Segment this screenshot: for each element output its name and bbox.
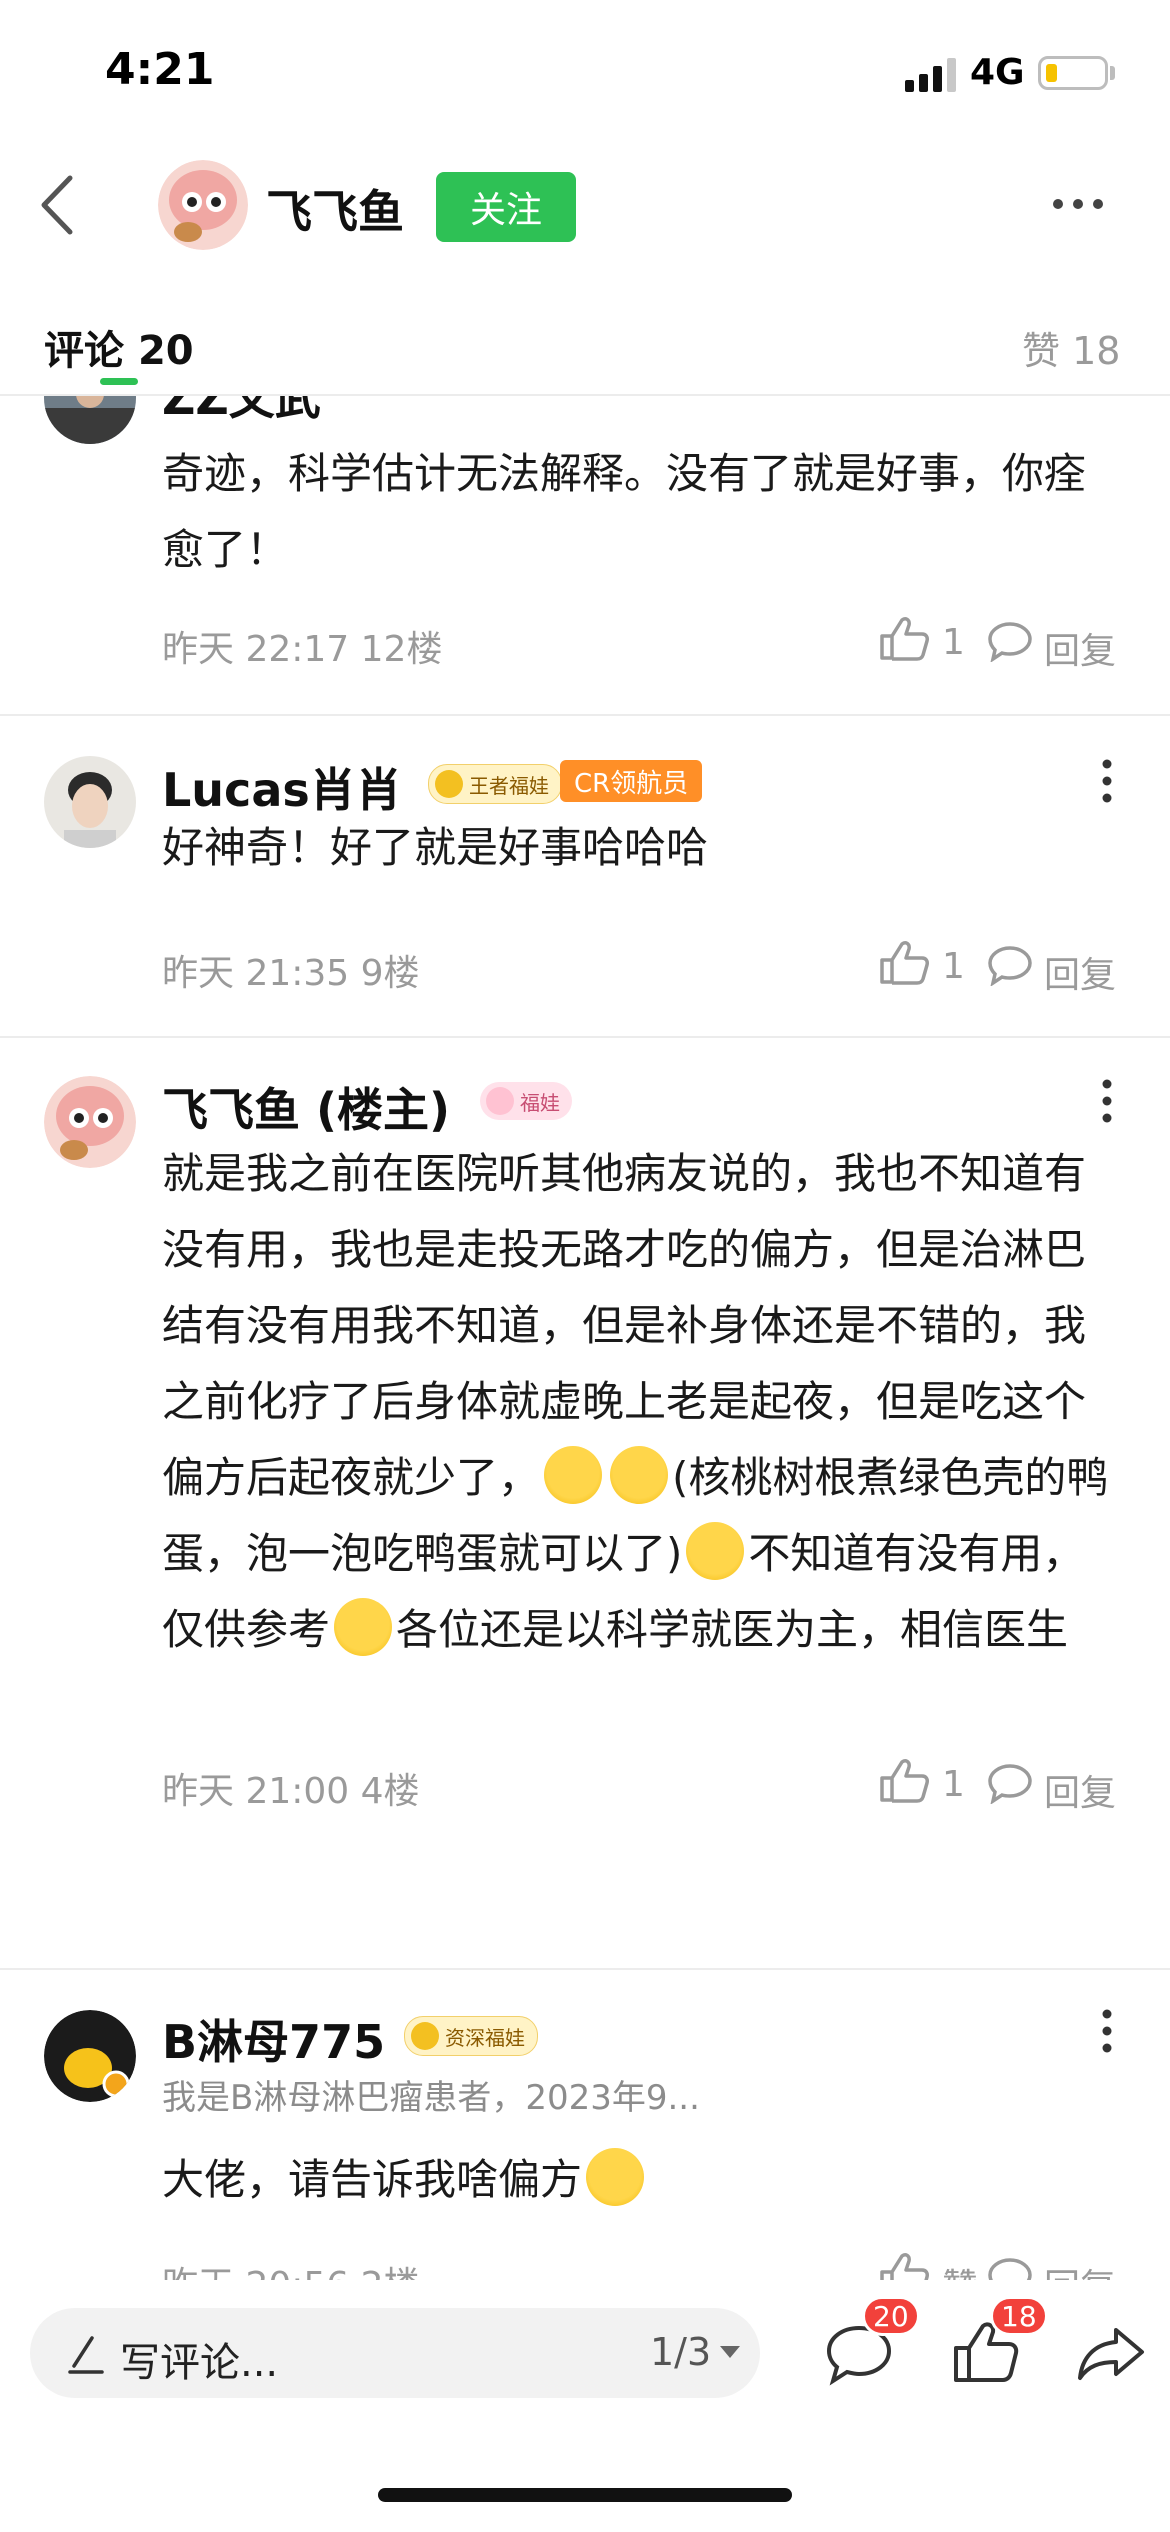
comment-time: 昨天 20:56 <box>162 2265 349 2280</box>
tab-likes[interactable]: 赞 18 <box>1022 320 1120 375</box>
shy-emoji-icon <box>586 2148 645 2206</box>
comment-text: 就是我之前在医院听其他病友说的，我也不知道有没有用，我也是走投无路才吃的偏方，但… <box>162 1136 1122 1668</box>
comment-time: 昨天 21:00 <box>162 1771 350 1812</box>
comment-list[interactable]: ZZ文武 奇迹，科学估计无法解释。没有了就是好事，你痊愈了！ 昨天 22:17 … <box>0 396 1170 2280</box>
comment-input-placeholder[interactable]: 写评论... <box>120 2330 278 2388</box>
signal-icon <box>905 58 956 92</box>
comment-author[interactable]: B淋母775 <box>162 2006 385 2072</box>
reply-button[interactable]: 回复 <box>1044 2258 1116 2280</box>
badge-label: CR领航员 <box>574 768 689 799</box>
like-label: 赞 <box>942 2258 978 2280</box>
tab-likes-label: 赞 <box>1022 329 1061 373</box>
user-badge: 福娃 <box>480 1082 572 1120</box>
reply-icon[interactable] <box>986 1762 1034 1804</box>
page-selector[interactable]: 1/3 <box>650 2330 711 2374</box>
shy-emoji-icon <box>686 1522 745 1580</box>
like-icon[interactable] <box>878 2252 938 2280</box>
reply-icon[interactable] <box>986 620 1034 662</box>
comment-author[interactable]: 飞飞鱼 (楼主) <box>162 1074 450 1140</box>
crying-laugh-emoji-icon <box>334 1598 393 1656</box>
like-count: 1 <box>942 946 965 987</box>
pen-icon <box>68 2336 104 2374</box>
user-badge: 王者福娃 <box>428 764 562 804</box>
battery-tip <box>1110 66 1115 80</box>
comment-text: 好神奇！好了就是好事哈哈哈 <box>162 823 709 872</box>
avatar[interactable] <box>44 2010 136 2102</box>
tab-likes-count: 18 <box>1072 329 1121 373</box>
comment-meta: 昨天 21:00 4楼 <box>162 1762 420 1814</box>
more-icon[interactable] <box>1050 196 1106 212</box>
badge-icon <box>486 1087 514 1115</box>
battery-icon <box>1038 56 1108 90</box>
share-icon[interactable] <box>1076 2324 1146 2384</box>
comment-count-badge: 20 <box>862 2296 920 2336</box>
follow-button[interactable]: 关注 <box>436 172 576 242</box>
comment-author[interactable]: ZZ文武 <box>162 396 321 428</box>
comment-text-part: 大佬，请告诉我啥偏方 <box>162 2155 583 2204</box>
divider <box>0 1968 1170 1970</box>
comment-floor: 2楼 <box>361 2265 420 2280</box>
like-count: 1 <box>942 622 965 663</box>
reply-button[interactable]: 回复 <box>1044 622 1116 674</box>
reply-icon[interactable] <box>986 944 1034 986</box>
home-indicator <box>378 2488 792 2502</box>
badge-label: 王者福娃 <box>469 773 549 798</box>
tab-comments[interactable]: 评论 20 <box>44 318 194 376</box>
page-title: 飞飞鱼 <box>266 185 404 239</box>
comment-text: 大佬，请告诉我啥偏方 <box>162 2142 1122 2218</box>
like-count-badge: 18 <box>990 2296 1048 2336</box>
like-icon[interactable] <box>878 940 938 986</box>
divider <box>0 714 1170 716</box>
back-icon[interactable] <box>34 170 82 240</box>
comment-meta: 昨天 20:56 2楼 <box>162 2256 420 2280</box>
divider <box>0 1036 1170 1038</box>
badge-icon <box>435 770 463 798</box>
reply-icon[interactable] <box>986 2256 1034 2280</box>
reply-button[interactable]: 回复 <box>1044 1764 1116 1816</box>
user-badge: CR领航员 <box>560 760 703 802</box>
comment-floor: 12楼 <box>360 629 443 670</box>
tab-comments-count: 20 <box>137 328 194 374</box>
comment-time: 昨天 22:17 <box>162 629 350 670</box>
like-icon[interactable] <box>878 616 938 662</box>
comment-text: 奇迹，科学估计无法解释。没有了就是好事，你痊愈了！ <box>162 449 1087 574</box>
nervous-emoji-icon <box>610 1446 669 1504</box>
user-badge: 资深福娃 <box>404 2016 538 2056</box>
active-tab-indicator <box>100 378 138 385</box>
caret-down-icon[interactable] <box>720 2346 740 2358</box>
avatar[interactable] <box>44 756 136 848</box>
reply-button[interactable]: 回复 <box>1044 946 1116 998</box>
like-icon[interactable] <box>878 1758 938 1804</box>
avatar[interactable] <box>44 1076 136 1168</box>
comment-meta: 昨天 21:35 9楼 <box>162 944 420 996</box>
comment-meta: 昨天 22:17 12楼 <box>162 620 442 672</box>
comment-more-icon[interactable] <box>1100 1078 1114 1124</box>
like-count: 1 <box>942 1764 965 1805</box>
comment-more-icon[interactable] <box>1100 758 1114 804</box>
status-time: 4:21 <box>105 44 215 95</box>
badge-label: 资深福娃 <box>445 2025 525 2050</box>
user-bio: 我是B淋母淋巴瘤患者，2023年9... <box>162 2078 700 2118</box>
comment-more-icon[interactable] <box>1100 396 1114 418</box>
badge-label: 福娃 <box>520 1090 560 1115</box>
comment-time: 昨天 21:35 <box>162 953 350 994</box>
comment-floor: 9楼 <box>360 953 420 994</box>
badge-icon <box>411 2022 439 2050</box>
tab-comments-label: 评论 <box>44 328 124 374</box>
avatar[interactable] <box>44 396 136 444</box>
comment-more-icon[interactable] <box>1100 2008 1114 2054</box>
comment-floor: 4楼 <box>360 1771 420 1812</box>
crying-laugh-emoji-icon <box>544 1446 603 1504</box>
comment-text-part: 各位还是以科学就医为主，相信医生 <box>396 1605 1069 1654</box>
avatar[interactable] <box>158 160 248 250</box>
network-type: 4G <box>970 52 1025 93</box>
